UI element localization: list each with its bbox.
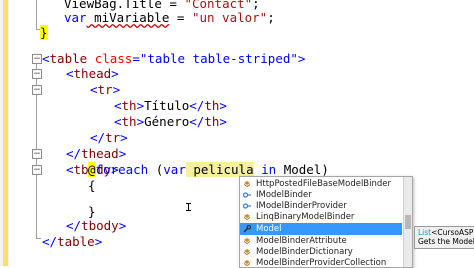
- code-line-10: </thead>: [66, 146, 127, 161]
- wrench-icon: [243, 225, 251, 233]
- code-line-16: </table>: [42, 234, 103, 249]
- outline-end: [36, 238, 41, 239]
- completion-item[interactable]: ModelBinderProviderCollection: [240, 257, 402, 267]
- class-icon: [244, 214, 250, 220]
- collapse-table-toggle[interactable]: −: [32, 54, 42, 64]
- code-line-2: var miVariable = "un valor";: [64, 10, 275, 25]
- intellisense-popup[interactable]: HttpPostedFileBaseModelBinder IModelBind…: [239, 176, 413, 268]
- popup-scrollbar-thumb[interactable]: [405, 215, 411, 229]
- popup-scrollbar[interactable]: [403, 177, 412, 267]
- class-icon: [244, 249, 250, 255]
- completion-item[interactable]: LinqBinaryModelBinder: [240, 211, 402, 223]
- collapse-foreach-toggle[interactable]: −: [32, 165, 42, 175]
- completion-item-selected[interactable]: Model: [240, 223, 402, 235]
- code-line-6: <tr>: [90, 82, 121, 97]
- code-line-4: <table class="table table-striped">: [42, 51, 306, 66]
- class-icon: [244, 238, 250, 244]
- code-line-5: <thead>: [66, 66, 119, 81]
- code-line-9: </tr>: [90, 130, 128, 145]
- code-line-7: <th>Título</th>: [114, 98, 227, 113]
- interface-icon: [243, 192, 251, 198]
- tooltip-description: Gets the Model p: [418, 237, 474, 246]
- ibeam-cursor-icon: [186, 203, 191, 211]
- class-icon: [244, 181, 250, 187]
- interface-icon: [243, 203, 251, 209]
- outline-guide: [36, 0, 37, 30]
- collapse-tbody-toggle[interactable]: −: [32, 149, 42, 159]
- collapse-thead-toggle[interactable]: −: [32, 69, 42, 79]
- code-line-13: {: [88, 178, 96, 193]
- collapse-tr-toggle[interactable]: −: [32, 85, 42, 95]
- quickinfo-tooltip: List<CursoASPNE Gets the Model p: [414, 226, 474, 249]
- tooltip-signature: List<CursoASPNE: [418, 228, 474, 237]
- code-line-8: <th>Género</th>: [114, 114, 227, 129]
- code-line-15: </tbody>: [66, 218, 127, 233]
- code-line-3: }: [40, 25, 48, 40]
- change-margin: [0, 0, 9, 266]
